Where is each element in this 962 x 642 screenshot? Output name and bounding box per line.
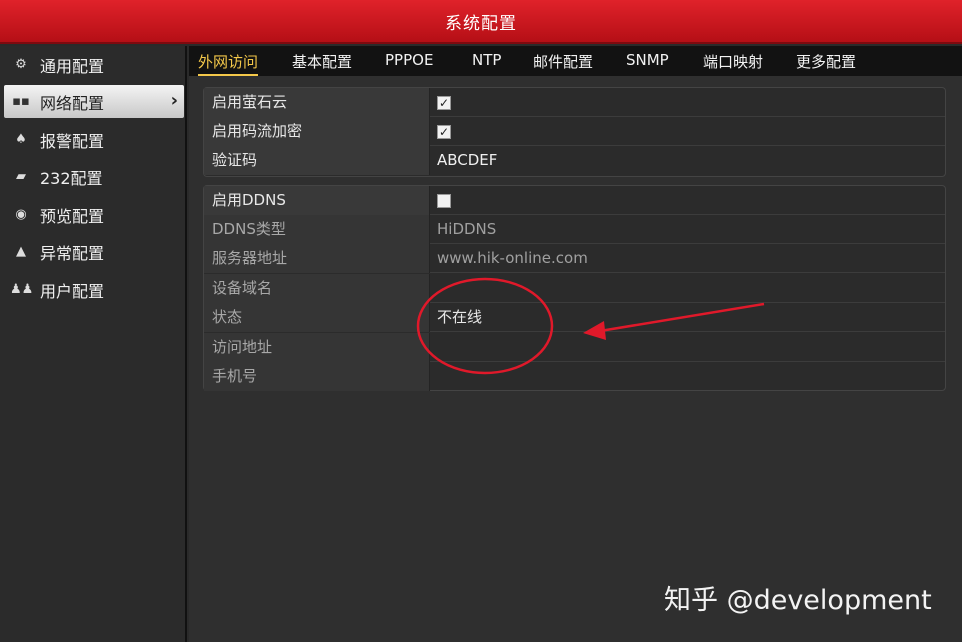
sidebar-item-preview[interactable]: ◉ 预览配置 — [4, 198, 184, 231]
sidebar-item-general[interactable]: ⚙ 通用配置 — [4, 48, 184, 81]
device-domain-row: 设备域名 — [204, 274, 945, 303]
sidebar-item-label: 网络配置 — [40, 93, 105, 113]
sidebar-item-label: 预览配置 — [40, 206, 105, 226]
watermark: 知乎 @development — [664, 585, 932, 616]
ddns-enable-label: 启用DDNS — [204, 186, 430, 215]
sidebar-item-label: 报警配置 — [40, 131, 105, 151]
ezviz-panel: 启用萤石云 ✓ 启用码流加密 ✓ 验证码 ABCDEF — [203, 87, 946, 177]
stream-encrypt-row: 启用码流加密 ✓ — [204, 117, 945, 146]
access-address-label: 访问地址 — [204, 333, 430, 362]
tab-bar: 外网访问 基本配置 PPPOE NTP 邮件配置 SNMP 端口映射 更多配置 — [189, 46, 962, 76]
title-bar: 系统配置 — [0, 0, 962, 44]
users-icon: ♟♟ — [10, 282, 34, 297]
ddns-enable-cell — [431, 186, 945, 215]
sidebar-item-alarm[interactable]: ♠ 报警配置 — [4, 123, 184, 156]
server-address-row: 服务器地址 www.hik-online.com — [204, 244, 945, 273]
device-domain-label: 设备域名 — [204, 274, 430, 303]
sidebar-item-label: 通用配置 — [40, 56, 105, 76]
eye-icon: ◉ — [15, 207, 27, 222]
phone-number-label: 手机号 — [204, 362, 430, 391]
tab-external-access[interactable]: 外网访问 — [198, 51, 259, 76]
ddns-type-label: DDNS类型 — [204, 215, 430, 244]
stream-encrypt-cell: ✓ — [431, 117, 945, 146]
ezviz-enable-row: 启用萤石云 ✓ — [204, 88, 945, 117]
tab-pppoe[interactable]: PPPOE — [385, 51, 433, 69]
status-row: 状态 不在线 — [204, 303, 945, 332]
serial-port-icon: ▰ — [16, 169, 26, 184]
warning-icon: ▲ — [16, 244, 26, 259]
ezviz-enable-cell: ✓ — [431, 88, 945, 117]
sidebar-item-rs232[interactable]: ▰ 232配置 — [4, 160, 184, 193]
chevron-right-icon: › — [170, 90, 178, 111]
stream-encrypt-label: 启用码流加密 — [204, 117, 430, 146]
sidebar-item-exception[interactable]: ▲ 异常配置 — [4, 235, 184, 268]
verify-code-input[interactable]: ABCDEF — [431, 146, 945, 175]
ddns-type-select[interactable]: HiDDNS — [431, 215, 945, 244]
sidebar-item-network[interactable]: ▪▪ 网络配置 › — [4, 85, 184, 118]
ddns-enable-checkbox[interactable] — [437, 194, 451, 208]
sidebar-item-user[interactable]: ♟♟ 用户配置 — [4, 273, 184, 306]
status-value: 不在线 — [437, 308, 483, 326]
phone-number-input[interactable] — [431, 362, 945, 391]
ddns-enable-row: 启用DDNS — [204, 186, 945, 215]
access-address-value — [431, 333, 945, 362]
sidebar-item-label: 异常配置 — [40, 243, 105, 263]
ddns-panel: 启用DDNS DDNS类型 HiDDNS 服务器地址 www.hik-onlin… — [203, 185, 946, 391]
ddns-type-row: DDNS类型 HiDDNS — [204, 215, 945, 244]
sidebar-item-label: 用户配置 — [40, 281, 105, 301]
tab-snmp[interactable]: SNMP — [626, 51, 669, 69]
verify-code-label: 验证码 — [204, 146, 430, 175]
tab-more-config[interactable]: 更多配置 — [796, 51, 856, 72]
window-title: 系统配置 — [445, 14, 517, 34]
network-icon: ▪▪ — [12, 94, 30, 109]
stream-encrypt-checkbox[interactable]: ✓ — [437, 125, 451, 139]
ezviz-enable-label: 启用萤石云 — [204, 88, 430, 117]
verify-code-row: 验证码 ABCDEF — [204, 146, 945, 175]
tab-basic-config[interactable]: 基本配置 — [292, 51, 352, 72]
sidebar-item-label: 232配置 — [40, 168, 103, 188]
server-address-label: 服务器地址 — [204, 244, 430, 273]
main-content: 外网访问 基本配置 PPPOE NTP 邮件配置 SNMP 端口映射 更多配置 … — [189, 46, 962, 642]
tab-ntp[interactable]: NTP — [472, 51, 501, 69]
ezviz-enable-checkbox[interactable]: ✓ — [437, 96, 451, 110]
tab-port-mapping[interactable]: 端口映射 — [703, 51, 763, 72]
server-address-input[interactable]: www.hik-online.com — [431, 244, 945, 273]
status-label: 状态 — [204, 303, 430, 332]
device-domain-input[interactable] — [431, 274, 945, 303]
tab-email-config[interactable]: 邮件配置 — [533, 51, 593, 72]
access-address-row: 访问地址 — [204, 333, 945, 362]
alarm-icon: ♠ — [15, 132, 27, 147]
sidebar: ⚙ 通用配置 ▪▪ 网络配置 › ♠ 报警配置 ▰ 232配置 ◉ 预览配置 ▲… — [0, 46, 187, 642]
phone-number-row: 手机号 — [204, 362, 945, 391]
gear-icon: ⚙ — [15, 57, 27, 72]
